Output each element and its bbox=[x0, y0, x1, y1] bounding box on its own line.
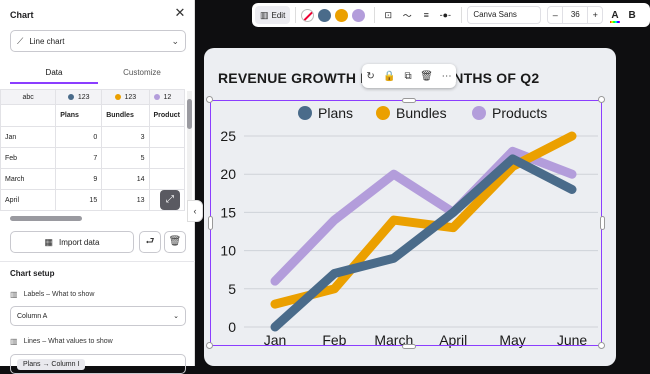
resize-handle[interactable] bbox=[208, 216, 213, 230]
resize-handle[interactable] bbox=[206, 342, 213, 349]
resize-handle[interactable] bbox=[600, 216, 605, 230]
resize-handle[interactable] bbox=[598, 342, 605, 349]
resize-handle[interactable] bbox=[402, 98, 416, 103]
resize-handle[interactable] bbox=[598, 96, 605, 103]
selection-box bbox=[210, 100, 602, 346]
resize-handle[interactable] bbox=[402, 344, 416, 349]
resize-handle[interactable] bbox=[206, 96, 213, 103]
